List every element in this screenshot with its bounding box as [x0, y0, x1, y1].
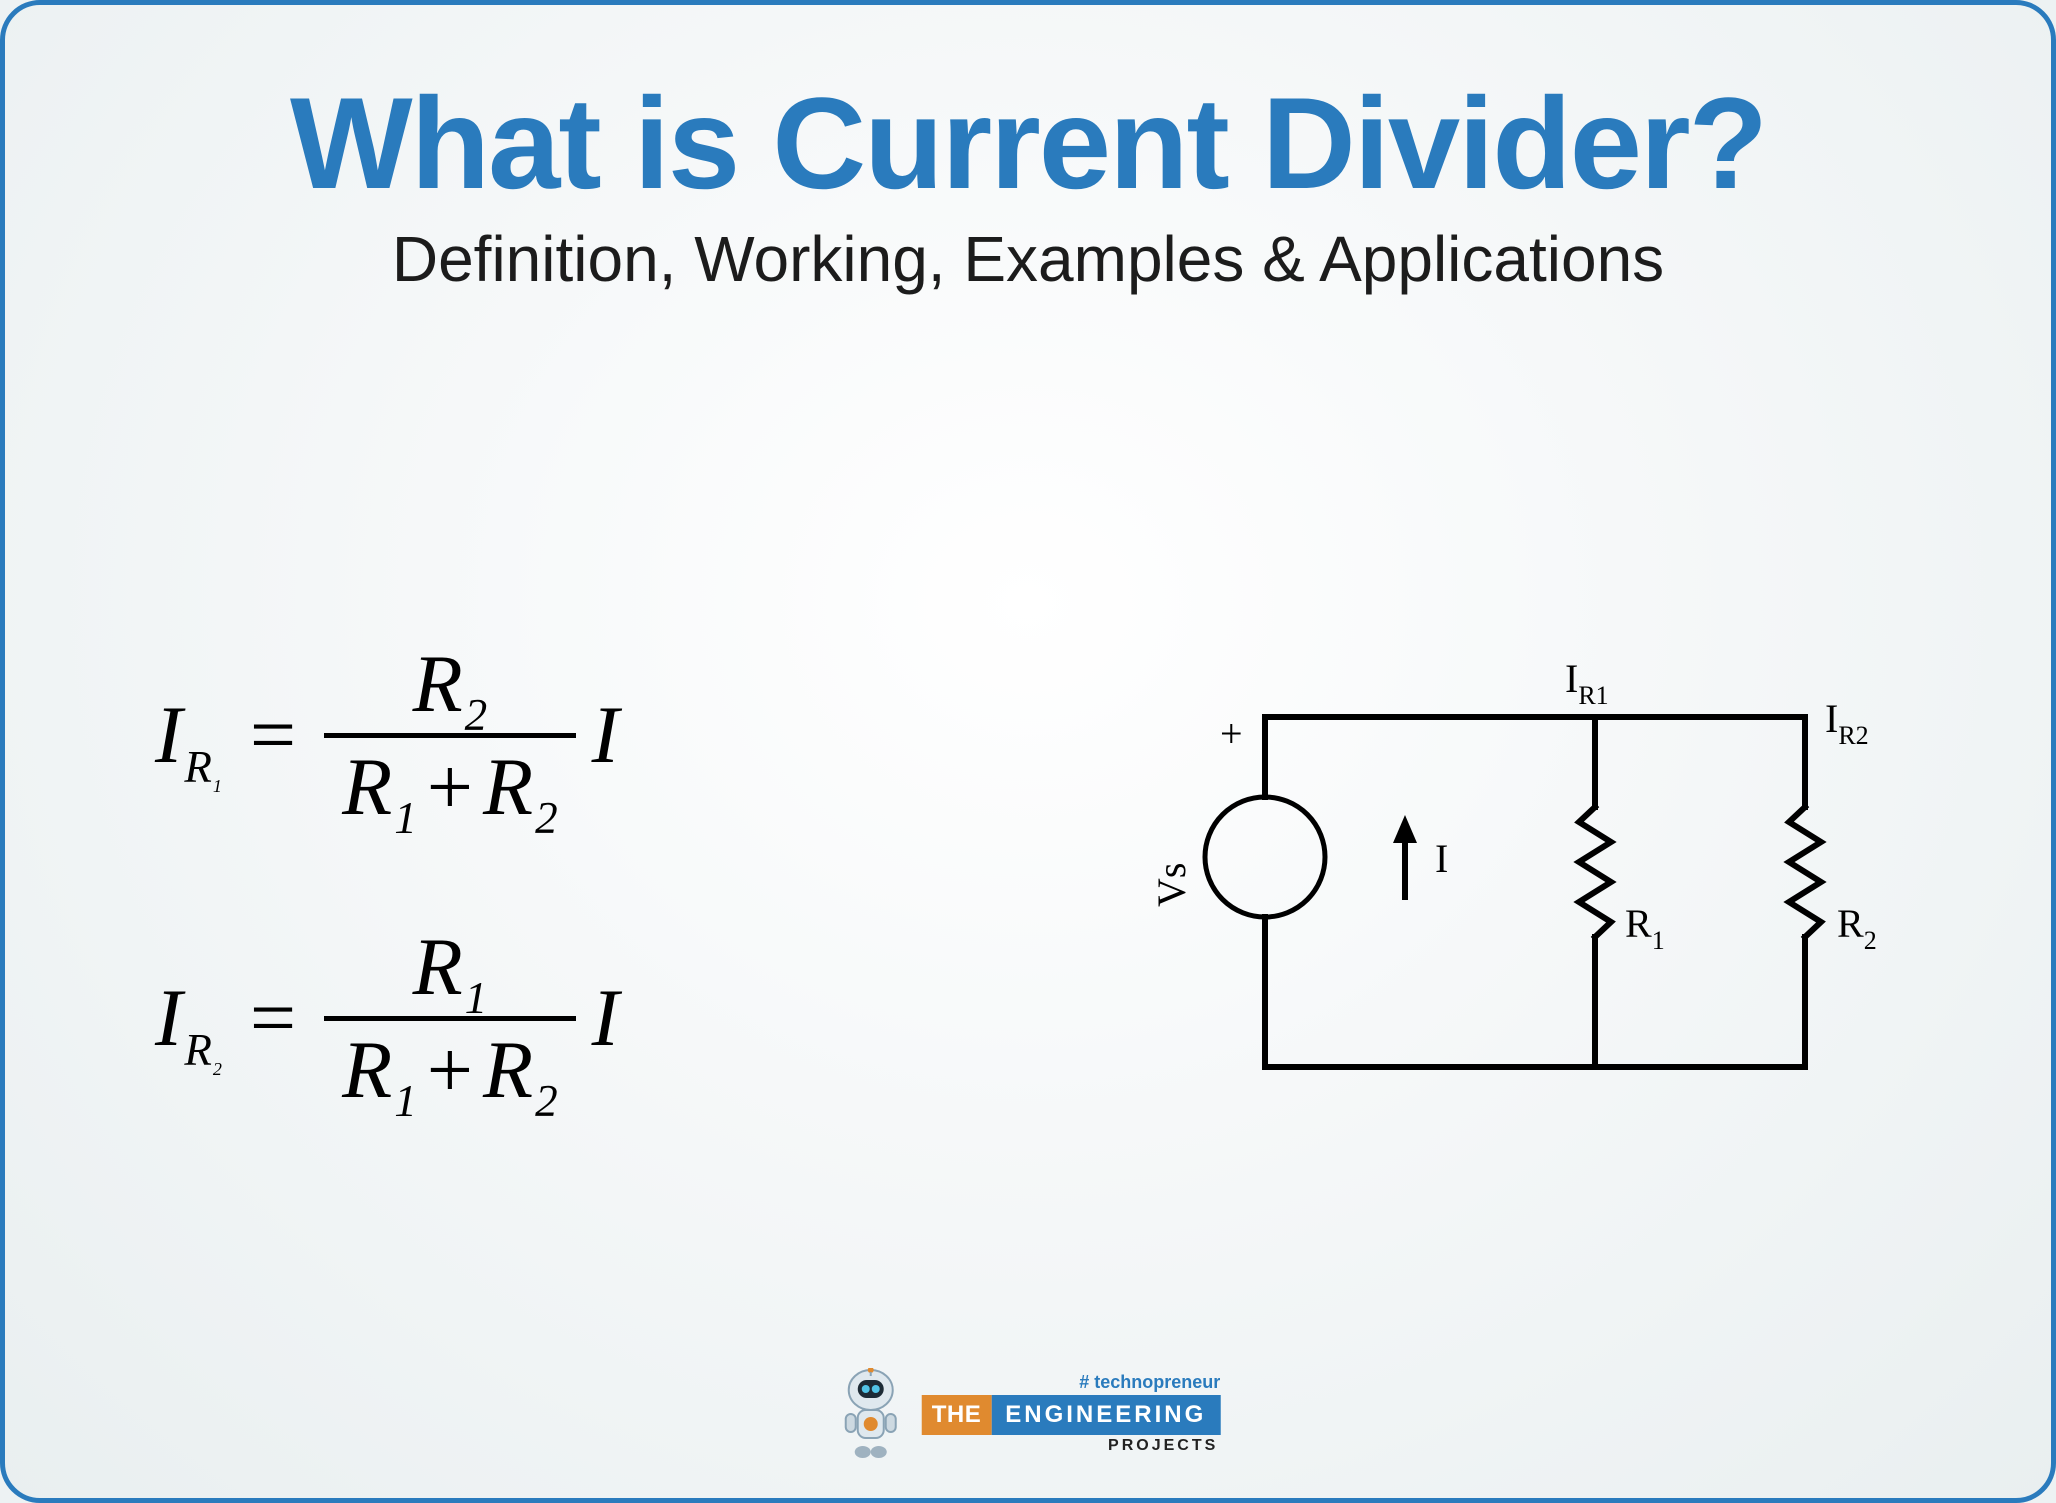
- fraction-bar: [324, 733, 576, 738]
- sym-1: 1: [394, 796, 417, 841]
- sym-2: 2: [465, 693, 488, 738]
- page-subtitle: Definition, Working, Examples & Applicat…: [95, 222, 1961, 296]
- plus-sign: +: [427, 746, 473, 828]
- logo-word-projects: PROJECTS: [1108, 1437, 1218, 1455]
- label-i-r2: IR2: [1825, 696, 1869, 750]
- sym-R: R: [184, 1025, 212, 1075]
- fraction-bar: [324, 1016, 576, 1021]
- page-title: What is Current Divider?: [95, 75, 1961, 212]
- circuit-svg: + Vs I IR1 IR2 R1 R2: [1125, 597, 1905, 1157]
- sym-I: I: [155, 694, 182, 776]
- sym-1: 1: [465, 976, 488, 1021]
- plus-sign: +: [427, 1029, 473, 1111]
- fraction: R2 R1 + R2: [324, 639, 576, 832]
- fraction: R1 R1 + R2: [324, 922, 576, 1115]
- label-plus: +: [1220, 711, 1243, 756]
- sym-R: R: [342, 1029, 392, 1111]
- sym-1: 1: [213, 776, 222, 796]
- formula-i-r2: I R2 = R1 R1 + R2 I: [155, 922, 1073, 1115]
- label-vs: Vs: [1149, 862, 1194, 906]
- footer-logo: # technopreneur THE ENGINEERING PROJECTS: [836, 1368, 1221, 1458]
- equals-sign: =: [250, 694, 296, 776]
- sym-2: 2: [535, 796, 558, 841]
- label-r1: R1: [1625, 901, 1665, 955]
- sym-I: I: [155, 977, 182, 1059]
- sym-I: I: [592, 694, 619, 776]
- sym-2: 2: [535, 1079, 558, 1124]
- label-total-current: I: [1435, 836, 1448, 881]
- logo-word-engineering: ENGINEERING: [991, 1395, 1220, 1435]
- sym-R: R: [413, 926, 463, 1008]
- sym-R: R: [483, 746, 533, 828]
- sym-1: 1: [394, 1079, 417, 1124]
- logo-word-the: THE: [922, 1395, 992, 1435]
- sym-R: R: [184, 742, 212, 792]
- sym-R: R: [342, 746, 392, 828]
- equals-sign: =: [250, 977, 296, 1059]
- robot-icon: [836, 1368, 906, 1458]
- content-area: I R1 = R2 R1 + R2 I: [95, 296, 1961, 1459]
- formula-i-r1: I R1 = R2 R1 + R2 I: [155, 639, 1073, 832]
- logo-hashtag: # technopreneur: [1079, 1372, 1220, 1393]
- sym-R: R: [483, 1029, 533, 1111]
- logo-text: # technopreneur THE ENGINEERING PROJECTS: [922, 1372, 1221, 1455]
- card-frame: What is Current Divider? Definition, Wor…: [0, 0, 2056, 1503]
- sym-R: R: [413, 643, 463, 725]
- sym-2: 2: [213, 1059, 222, 1079]
- sym-I: I: [592, 977, 619, 1059]
- label-i-r1: IR1: [1565, 656, 1609, 710]
- label-r2: R2: [1837, 901, 1877, 955]
- circuit-diagram: + Vs I IR1 IR2 R1 R2: [1109, 597, 1921, 1157]
- formula-block: I R1 = R2 R1 + R2 I: [155, 639, 1073, 1115]
